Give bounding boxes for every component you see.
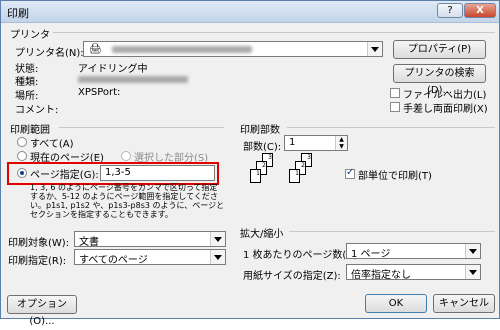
status-value: アイドリング中 [78,64,148,75]
type-label: 種類: [15,77,39,88]
chevron-down-icon [210,250,225,264]
title-bar: 印刷 ? X [1,1,499,23]
properties-button[interactable]: プロパティ(P) [393,40,486,59]
pages-per-sheet-value: 1 ページ [351,249,391,260]
chevron-down-icon [367,42,382,56]
zoom-group-label: 拡大/縮小 [240,229,284,240]
printer-group-label: プリンタ [10,30,50,41]
find-printer-button[interactable]: プリンタの検索(D)... [393,64,486,96]
printer-group-divider [53,32,495,33]
printer-name-label: プリンタ名(N): [15,48,84,59]
scale-label: 用紙サイズの指定(Z): [243,271,341,282]
manual-duplex-checkbox[interactable] [390,102,400,112]
print-dialog: 印刷 ? X プリンタ プリンタ名(N): 🖨 プロパティ(P) 状態: アイド… [0,0,500,327]
copies-group-label: 印刷部数 [240,125,280,136]
print-to-file-label: ファイルへ出力(L) [403,90,487,101]
chevron-down-icon [465,265,480,279]
manual-duplex-label: 手差し両面印刷(X) [403,104,488,115]
page-range-divider [59,127,224,128]
cancel-button[interactable]: キャンセル [433,294,495,313]
collate-checkbox[interactable] [345,167,355,179]
all-pages-radio[interactable] [17,137,27,147]
collate-page-1b: 1 [289,169,300,183]
printer-name-redacted [112,46,252,53]
copies-value: 1 [289,137,296,148]
help-button[interactable]: ? [437,3,463,18]
location-value: XPSPort: [78,87,121,98]
copies-label: 部数(C): [243,142,282,153]
chevron-down-icon [210,232,225,246]
printer-icon: 🖨 [89,44,102,55]
page-range-help-text: 1, 3, 6 のようにページ番号をカンマで区切って指定するか、5-12 のよう… [30,183,225,219]
print-select-label: 印刷指定(R): [8,256,67,267]
collate-page-1: 1 [250,169,261,183]
print-to-file-checkbox[interactable] [390,88,400,98]
page-range-group-label: 印刷範囲 [10,125,50,136]
print-select-value: すべてのページ [79,255,148,266]
scale-value: 倍率指定なし [351,270,411,281]
collate-label: 部単位で印刷(T) [358,171,432,182]
print-select-select[interactable]: すべてのページ [74,249,226,266]
highlight-box [7,162,219,185]
chevron-down-icon [465,244,480,258]
print-what-select[interactable]: 文書 [74,231,226,248]
printer-name-select[interactable]: 🖨 [83,41,383,57]
all-pages-label: すべて(A) [30,139,74,150]
copies-divider [287,127,495,128]
current-page-radio[interactable] [17,151,27,161]
pages-per-sheet-select[interactable]: 1 ページ [346,243,481,260]
copies-spinner[interactable]: ▲ ▼ [335,136,347,150]
comment-label: コメント: [15,105,59,116]
pages-per-sheet-label: 1 枚あたりのページ数(H): [243,250,362,261]
scale-select[interactable]: 倍率指定なし [346,264,481,281]
copies-input[interactable]: 1 ▲ ▼ [284,135,348,151]
printer-type-redacted [78,76,188,83]
location-label: 場所: [15,91,39,102]
selection-radio[interactable] [121,151,131,161]
ok-button[interactable]: OK [365,294,427,313]
options-button[interactable]: オプション(O)... [7,295,77,327]
close-button[interactable]: X [464,3,496,18]
print-what-label: 印刷対象(W): [8,238,70,249]
window-title: 印刷 [7,7,29,20]
print-what-value: 文書 [79,237,99,248]
zoom-divider [289,231,495,232]
